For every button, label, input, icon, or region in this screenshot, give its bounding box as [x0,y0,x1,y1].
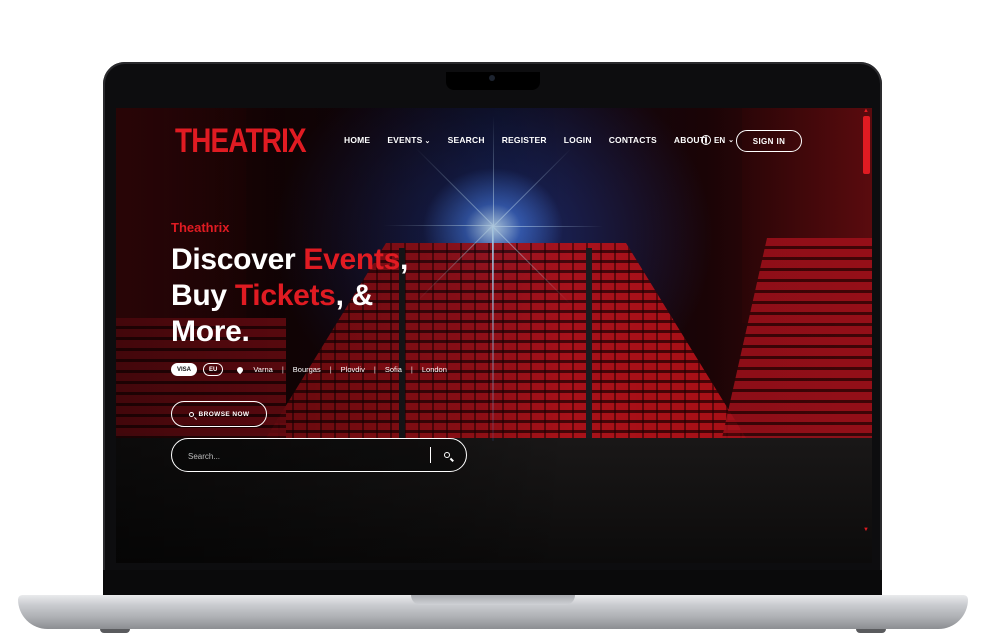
main-nav: HOME EVENTS ⌄ SEARCH REGISTER LOGIN CONTA… [344,135,722,145]
scroll-down-icon[interactable]: ▼ [863,527,869,533]
language-label: EN [714,135,726,145]
nav-events-label: EVENTS [387,135,423,145]
headline-text: Buy [171,279,235,312]
language-selector[interactable]: EN ⌄ [701,135,734,145]
headline-highlight: Tickets [234,279,336,312]
search-icon [188,411,194,417]
search-submit-button[interactable] [438,447,456,463]
scrollbar-thumb[interactable] [863,116,870,174]
sign-in-button[interactable]: SIGN IN [736,130,802,152]
laptop-foot-right [856,629,886,633]
city-sofia[interactable]: Sofia [385,365,402,374]
search-icon [444,452,450,458]
scroll-up-icon[interactable]: ▲ [863,108,869,114]
headline-line-1: Discover Events, [171,242,408,278]
hero-meta-row: VISA EU Varna | Bourgas | Plovdiv | Sofia | … [171,363,447,376]
search-bar [171,438,467,472]
site-logo[interactable]: THEATRIX [175,122,307,161]
headline-highlight: Events [303,243,400,276]
city-varna[interactable]: Varna [253,365,272,374]
nav-home[interactable]: HOME [344,135,370,145]
city-separator: | [410,365,413,374]
nav-events[interactable]: EVENTS ⌄ [387,135,430,145]
city-separator: | [373,365,376,374]
headline-line-2: Buy Tickets, & [171,278,408,314]
hero-headline: Discover Events, Buy Tickets, & More. [171,242,408,350]
city-london[interactable]: London [422,365,447,374]
nav-register[interactable]: REGISTER [502,135,547,145]
globe-icon [701,135,711,145]
laptop-bezel-bottom [103,570,882,596]
browse-now-label: BROWSE NOW [198,410,250,418]
headline-text: Discover [171,243,304,276]
search-divider [430,447,431,463]
city-separator: | [329,365,332,374]
webcam [489,75,495,81]
hero-eyebrow: Theathrix [171,220,230,235]
eu-badge: EU [203,363,224,376]
headline-text: , [399,243,409,276]
browse-now-button[interactable]: BROWSE NOW [171,401,267,427]
search-input[interactable] [186,447,420,465]
screen: THEATRIX HOME EVENTS ⌄ SEARCH REGISTER LO… [116,108,872,563]
city-separator: | [281,365,284,374]
nav-contacts[interactable]: CONTACTS [609,135,657,145]
nav-search[interactable]: SEARCH [448,135,485,145]
headline-line-3: More. [171,315,250,348]
location-pin-icon [236,365,245,374]
chevron-down-icon: ⌄ [424,138,431,145]
headline-text: , & [335,279,374,312]
visa-badge: VISA [171,363,198,376]
laptop-opening-notch [411,595,575,605]
nav-login[interactable]: LOGIN [564,135,592,145]
city-bourgas[interactable]: Bourgas [293,365,321,374]
chevron-down-icon: ⌄ [728,137,734,144]
city-plovdiv[interactable]: Plovdiv [341,365,365,374]
laptop-foot-left [100,629,130,633]
